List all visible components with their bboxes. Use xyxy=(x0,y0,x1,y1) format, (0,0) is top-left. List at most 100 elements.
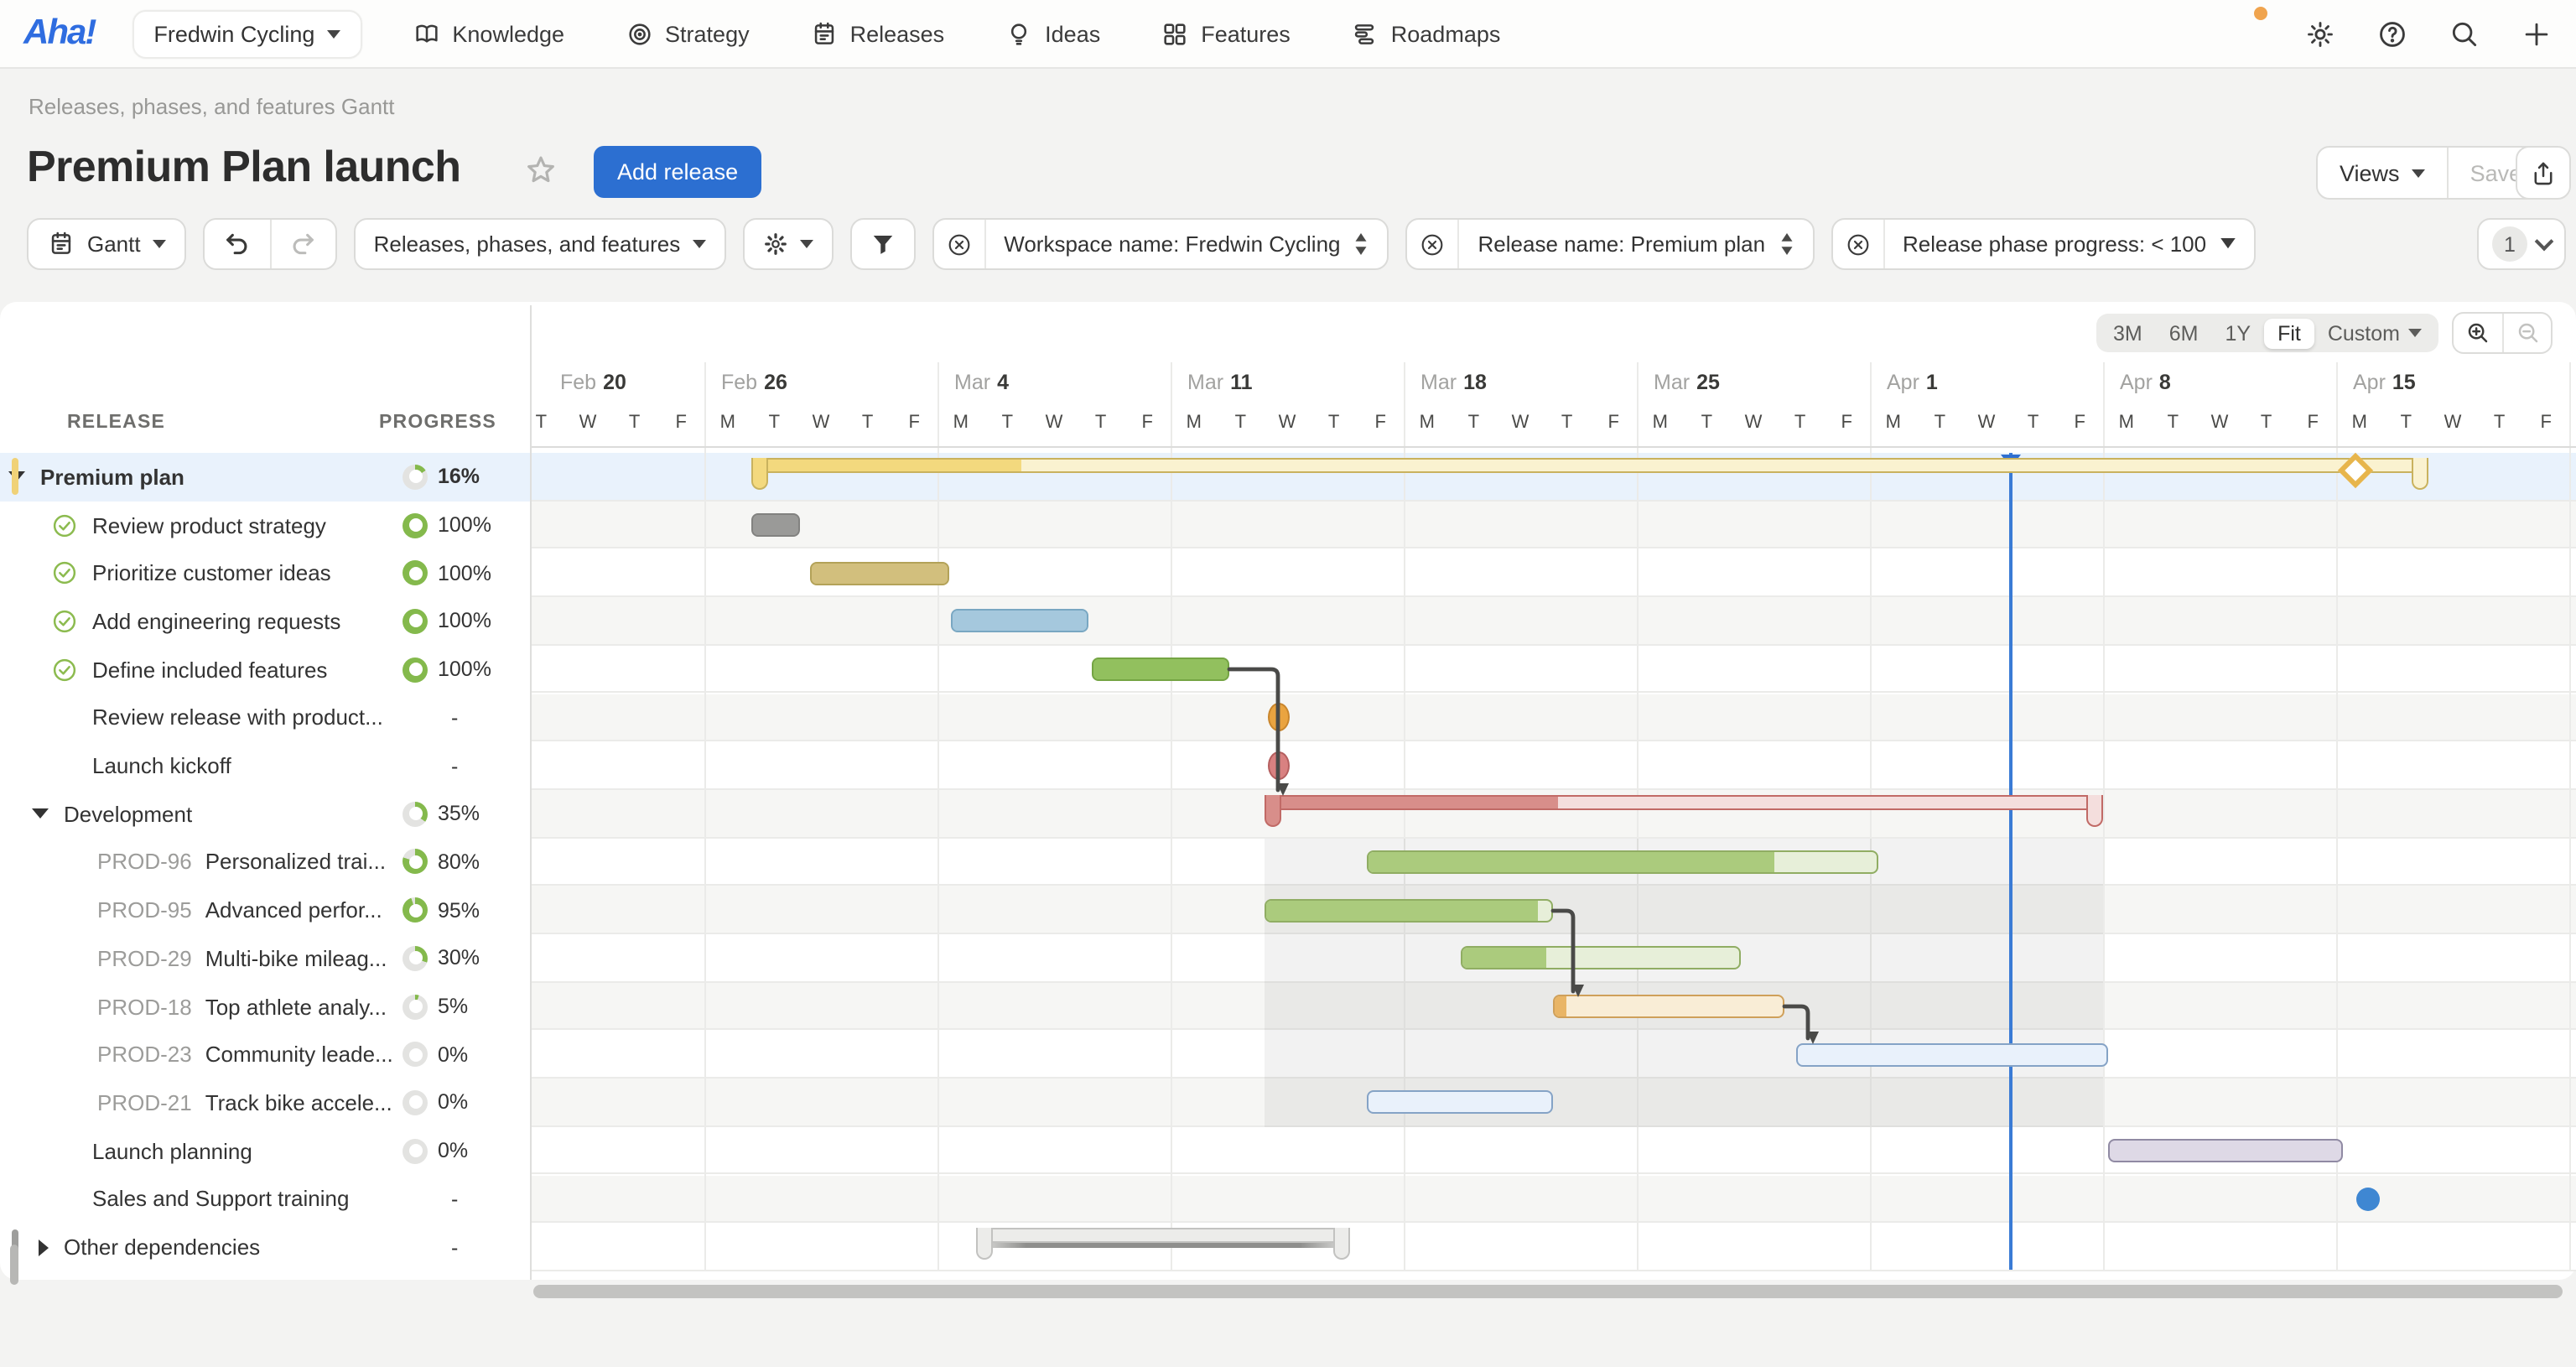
list-item[interactable]: PROD-23Community leade...0% xyxy=(0,1031,530,1079)
search-icon[interactable] xyxy=(2449,18,2480,49)
list-item[interactable]: Review release with product...- xyxy=(0,694,530,741)
help-icon[interactable] xyxy=(2376,18,2408,49)
day-letter: M xyxy=(1886,413,1901,433)
week-label: Mar25 xyxy=(1654,371,1720,394)
day-letter: T xyxy=(2261,413,2272,433)
gantt-bracket-bar[interactable] xyxy=(1265,795,2103,810)
timeframe-option-6m[interactable]: 6M xyxy=(2156,318,2212,348)
horizontal-scrollbar[interactable] xyxy=(533,1285,2563,1298)
release-column-header: RELEASE xyxy=(67,413,165,433)
roadmaps-icon xyxy=(1351,19,1379,48)
nav-item-roadmaps[interactable]: Roadmaps xyxy=(1351,19,1501,48)
add-release-button[interactable]: Add release xyxy=(594,146,761,198)
filter-chip-label[interactable]: Workspace name: Fredwin Cycling xyxy=(984,220,1387,268)
zoom-out-icon[interactable] xyxy=(2502,314,2551,352)
expand-caret-icon[interactable] xyxy=(39,1239,49,1255)
nav-item-releases[interactable]: Releases xyxy=(810,19,945,48)
nav-item-features[interactable]: Features xyxy=(1161,19,1291,48)
list-item[interactable]: PROD-21Track bike accele...0% xyxy=(0,1079,530,1126)
timeframe-option-fit[interactable]: Fit xyxy=(2264,318,2314,348)
settings-gear-icon[interactable] xyxy=(2304,18,2336,49)
list-item[interactable]: Other dependencies- xyxy=(0,1223,530,1271)
day-letter: T xyxy=(2494,413,2505,433)
list-item[interactable]: Define included features100% xyxy=(0,646,530,694)
day-letter: M xyxy=(1653,413,1668,433)
collapsed-children-lines xyxy=(983,1243,1343,1248)
list-item[interactable]: Prioritize customer ideas100% xyxy=(0,549,530,597)
progress-donut xyxy=(402,897,428,923)
user-avatar[interactable] xyxy=(2219,11,2264,56)
gantt-bar[interactable] xyxy=(1265,898,1553,922)
panel-divider xyxy=(530,305,532,1280)
gantt-bar[interactable] xyxy=(1796,1043,2108,1067)
filter-chip-label[interactable]: Release name: Premium plan xyxy=(1458,220,1813,268)
nav-items: Knowledge Strategy Releases Ideas Features Ro… xyxy=(412,19,1500,48)
gantt-bar[interactable] xyxy=(1553,995,1784,1018)
gantt-bracket-bar[interactable] xyxy=(751,458,2428,473)
gear-icon xyxy=(762,231,787,257)
milestone-marker[interactable] xyxy=(1267,751,1289,780)
undo-button[interactable] xyxy=(205,220,270,268)
settings-dropdown[interactable] xyxy=(742,218,833,270)
list-item[interactable]: Review product strategy100% xyxy=(0,501,530,548)
record-name: Premium plan xyxy=(40,465,402,490)
redo-button[interactable] xyxy=(270,220,335,268)
day-letter: T xyxy=(1701,413,1712,433)
gantt-bar[interactable] xyxy=(1461,947,1741,970)
record-name: Top athlete analy... xyxy=(205,994,402,1019)
records-dropdown-label: Releases, phases, and features xyxy=(374,231,681,257)
list-item[interactable]: PROD-29Multi-bike mileag...30% xyxy=(0,934,530,982)
gantt-bar[interactable] xyxy=(810,562,949,585)
list-item[interactable]: Premium plan16% xyxy=(0,453,530,501)
progress-value: - xyxy=(451,1235,458,1259)
expand-caret-icon[interactable] xyxy=(32,808,49,819)
remove-filter-icon[interactable] xyxy=(1832,220,1883,268)
nav-item-strategy[interactable]: Strategy xyxy=(625,19,750,48)
remove-filter-icon[interactable] xyxy=(933,220,984,268)
list-item[interactable]: Add engineering requests100% xyxy=(0,597,530,645)
feature-reference: PROD-95 xyxy=(97,897,192,923)
filter-chip-label[interactable]: Release phase progress: < 100 xyxy=(1883,220,2253,268)
gantt-bar[interactable] xyxy=(751,513,800,537)
list-item[interactable]: Launch kickoff- xyxy=(0,741,530,789)
sort-arrows-icon xyxy=(1354,233,1369,255)
views-dropdown[interactable]: Views xyxy=(2318,148,2447,198)
list-item[interactable]: Launch planning0% xyxy=(0,1127,530,1175)
gantt-bar[interactable] xyxy=(1367,1091,1553,1115)
day-letter: W xyxy=(813,413,830,433)
gantt-bar[interactable] xyxy=(951,610,1088,633)
filter-chips: Workspace name: Fredwin Cycling Release n… xyxy=(932,218,2255,270)
gantt-bar[interactable] xyxy=(2108,1139,2343,1162)
aha-logo[interactable]: Aha! xyxy=(23,13,95,54)
list-scrollbar[interactable] xyxy=(10,1245,18,1285)
timeframe-option-custom[interactable]: Custom xyxy=(2314,318,2435,348)
workspace-selector[interactable]: Fredwin Cycling xyxy=(132,9,361,58)
nav-item-ideas[interactable]: Ideas xyxy=(1005,19,1100,48)
week-gridline xyxy=(1870,362,1872,1270)
filter-chip-2: Release phase progress: < 100 xyxy=(1831,218,2255,270)
share-button[interactable] xyxy=(2516,146,2571,200)
filter-button[interactable] xyxy=(849,218,915,270)
gantt-collapsed-group-bar[interactable] xyxy=(976,1228,1350,1243)
gantt-bar[interactable] xyxy=(1092,658,1229,681)
record-name: Community leade... xyxy=(205,1042,402,1067)
zoom-in-icon[interactable] xyxy=(2454,314,2502,352)
timeframe-option-3m[interactable]: 3M xyxy=(2100,318,2156,348)
milestone-dot[interactable] xyxy=(2356,1188,2380,1211)
list-item[interactable]: PROD-95Advanced perfor...95% xyxy=(0,886,530,934)
list-item[interactable]: Sales and Support training- xyxy=(0,1175,530,1223)
gantt-type-dropdown[interactable]: Gantt xyxy=(27,218,186,270)
nav-item-knowledge[interactable]: Knowledge xyxy=(412,19,564,48)
remove-filter-icon[interactable] xyxy=(1408,220,1458,268)
timeframe-option-1y[interactable]: 1Y xyxy=(2211,318,2264,348)
gantt-bar-progress xyxy=(1368,852,1775,872)
favorite-star-icon[interactable] xyxy=(523,153,558,188)
records-dropdown[interactable]: Releases, phases, and features xyxy=(354,218,726,270)
gantt-bar[interactable] xyxy=(1367,850,1878,874)
strategy-icon xyxy=(625,19,653,48)
page-selector[interactable]: 1 xyxy=(2477,218,2566,270)
list-item[interactable]: PROD-96Personalized trai...80% xyxy=(0,838,530,886)
list-item[interactable]: PROD-18Top athlete analy...5% xyxy=(0,982,530,1030)
add-icon[interactable] xyxy=(2521,18,2553,49)
list-item[interactable]: Development35% xyxy=(0,790,530,838)
